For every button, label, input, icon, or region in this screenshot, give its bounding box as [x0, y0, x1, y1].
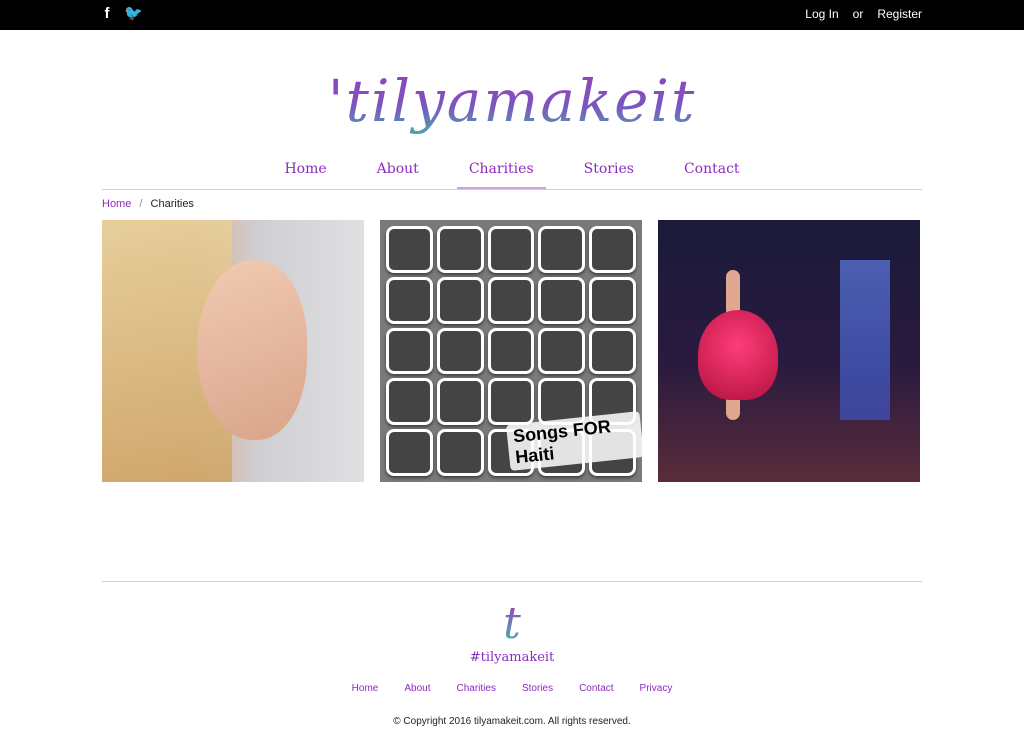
footer-link-stories[interactable]: Stories: [522, 683, 553, 694]
footer-link-privacy[interactable]: Privacy: [640, 683, 673, 694]
auth-links: Log In or Register: [805, 7, 922, 21]
charity-gallery: Songs FOR Haiti: [102, 220, 922, 482]
portrait-photo[interactable]: [102, 220, 364, 482]
footer-link-charities[interactable]: Charities: [456, 683, 495, 694]
copyright-text: © Copyright 2016 tilyamakeit.com. All ri…: [393, 716, 631, 727]
nav-home[interactable]: Home: [272, 154, 338, 189]
top-bar: f 🐦 Log In or Register: [0, 0, 1024, 30]
facebook-icon[interactable]: f: [100, 6, 114, 22]
register-link[interactable]: Register: [877, 7, 922, 21]
window-glow: [840, 260, 890, 420]
site-footer: t #tilyamakeit Home About Charities Stor…: [0, 582, 1024, 728]
social-links: f 🐦: [100, 6, 143, 22]
header-divider: [102, 189, 922, 190]
nav-contact[interactable]: Contact: [672, 154, 752, 189]
nav-stories[interactable]: Stories: [572, 154, 646, 189]
nav-charities[interactable]: Charities: [456, 154, 546, 189]
footer-link-contact[interactable]: Contact: [579, 683, 613, 694]
twitter-icon[interactable]: 🐦: [124, 6, 143, 22]
footer-link-home[interactable]: Home: [352, 683, 379, 694]
footer-logo-mark[interactable]: t: [503, 602, 521, 646]
logo-area: 'tilyamakeit: [0, 56, 1024, 154]
tutu-shape: [698, 310, 778, 400]
footer-link-about[interactable]: About: [404, 683, 430, 694]
or-text: or: [852, 7, 864, 21]
login-link[interactable]: Log In: [805, 7, 838, 21]
breadcrumb-separator: /: [139, 198, 143, 210]
collage-photo[interactable]: Songs FOR Haiti: [380, 220, 642, 482]
breadcrumb-home[interactable]: Home: [102, 198, 131, 210]
breadcrumb-current: Charities: [150, 198, 194, 210]
footer-links: Home About Charities Stories Contact Pri…: [0, 683, 1024, 694]
ballet-photo[interactable]: [658, 220, 920, 482]
breadcrumb: Home / Charities: [102, 198, 922, 212]
face-shape: [197, 260, 307, 440]
footer-hashtag[interactable]: #tilyamakeit: [0, 650, 1024, 665]
nav-about[interactable]: About: [365, 154, 431, 189]
site-logo[interactable]: 'tilyamakeit: [328, 56, 697, 146]
main-nav: Home About Charities Stories Contact: [0, 154, 1024, 189]
